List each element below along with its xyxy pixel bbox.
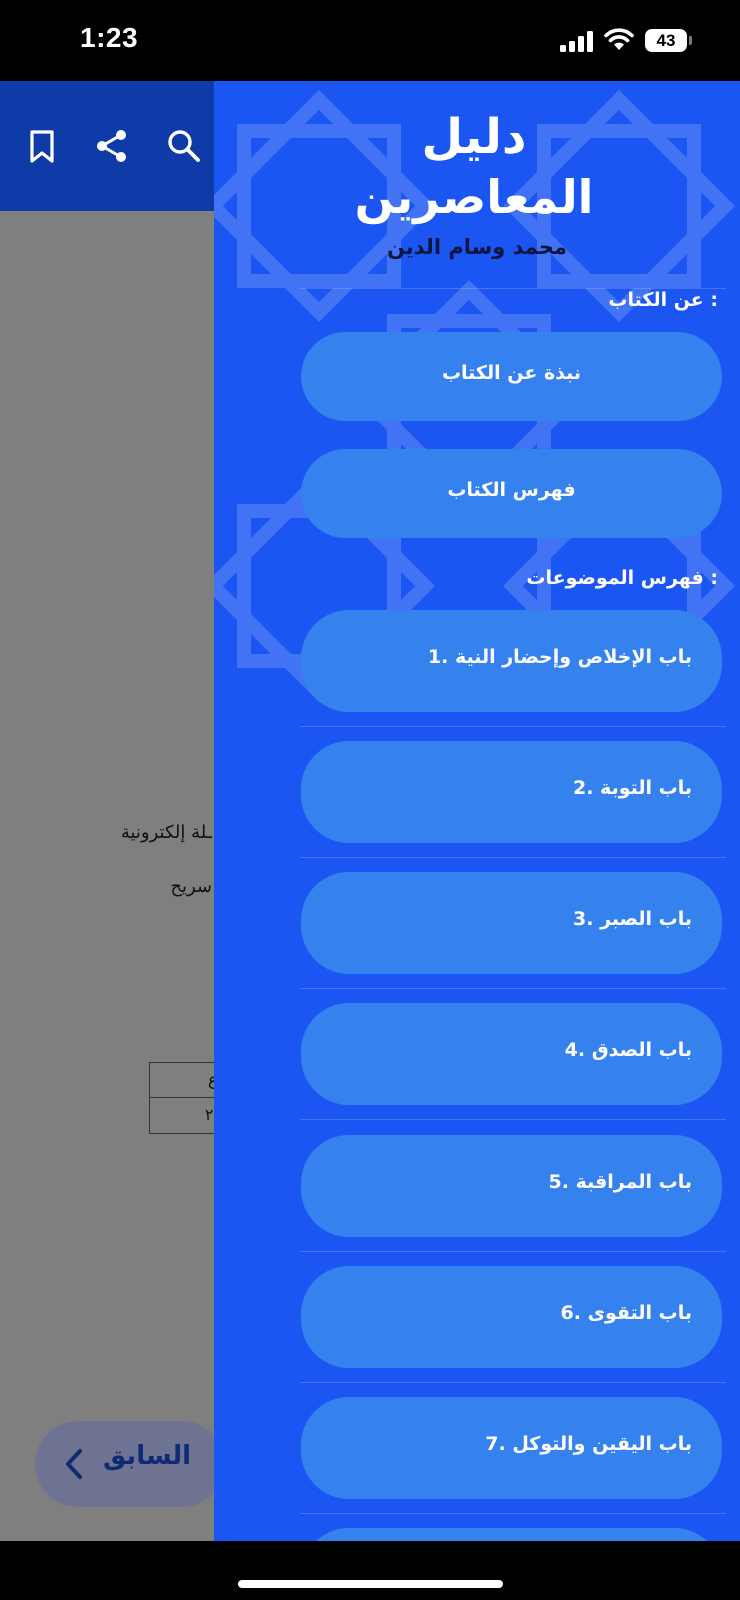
about-book-button[interactable]: نبذة عن الكتاب — [301, 332, 722, 421]
background-text-line: ـلة إلكترونية — [120, 822, 212, 843]
divider — [300, 1382, 726, 1383]
home-bar — [0, 1541, 740, 1600]
divider — [300, 1119, 726, 1120]
topic-item-7[interactable]: 7. باب اليقين والتوكل — [301, 1397, 722, 1499]
topic-label: 4. باب الصدق — [564, 1039, 692, 1061]
button-label: نبذة عن الكتاب — [441, 362, 582, 384]
topic-item-1[interactable]: 1. باب الإخلاص وإحضار النية — [301, 610, 722, 712]
signal-icon — [560, 30, 594, 52]
button-label: فهرس الكتاب — [447, 479, 576, 501]
battery-tip — [689, 36, 692, 45]
topic-item-4[interactable]: 4. باب الصدق — [301, 1003, 722, 1105]
status-bar: 1:23 43 — [0, 0, 740, 81]
divider — [300, 988, 726, 989]
divider — [300, 1251, 726, 1252]
background-text-line: سريح — [170, 876, 212, 897]
topic-label: 5. باب المراقبة — [548, 1171, 692, 1193]
topic-label: 2. باب التوبة — [572, 777, 692, 799]
chevron-left-icon — [66, 1449, 82, 1479]
topic-item-2[interactable]: 2. باب التوبة — [301, 741, 722, 843]
book-index-button[interactable]: فهرس الكتاب — [301, 449, 722, 538]
topics-section-title: فهرس الموضوعات : — [526, 567, 718, 589]
previous-button-label: السابق — [103, 1441, 192, 1471]
topic-item-3[interactable]: 3. باب الصبر — [301, 872, 722, 974]
about-section-title: عن الكتاب : — [608, 289, 718, 311]
divider — [300, 726, 726, 727]
navigation-drawer: دليل المعاصرين محمد وسام الدين عن الكتاب… — [214, 81, 740, 1541]
logo-text: دليل — [421, 109, 526, 165]
topic-item-5[interactable]: 5. باب المراقبة — [301, 1135, 722, 1237]
divider — [300, 288, 726, 289]
divider — [300, 857, 726, 858]
author-name: محمد وسام الدين — [387, 235, 567, 259]
topic-label: 7. باب اليقين والتوكل — [485, 1433, 692, 1455]
home-indicator[interactable] — [238, 1580, 503, 1588]
topic-label: 6. باب التقوى — [560, 1302, 692, 1324]
bookmark-icon[interactable] — [22, 126, 62, 166]
status-time: 1:23 — [80, 22, 139, 53]
previous-button[interactable]: السابق — [35, 1421, 225, 1507]
book-logo: دليل المعاصرين — [355, 109, 594, 224]
divider — [300, 1513, 726, 1514]
topic-label: 1. باب الإخلاص وإحضار النية — [427, 646, 692, 668]
topic-item-6[interactable]: 6. باب التقوى — [301, 1266, 722, 1368]
search-icon[interactable] — [164, 126, 204, 166]
wifi-icon — [604, 28, 634, 50]
topic-label: 3. باب الصبر — [573, 908, 692, 930]
battery-icon: 43 — [645, 29, 687, 52]
share-icon[interactable] — [92, 126, 132, 166]
logo-text: المعاصرين — [355, 170, 594, 224]
topic-item-8-partial[interactable] — [301, 1528, 722, 1541]
